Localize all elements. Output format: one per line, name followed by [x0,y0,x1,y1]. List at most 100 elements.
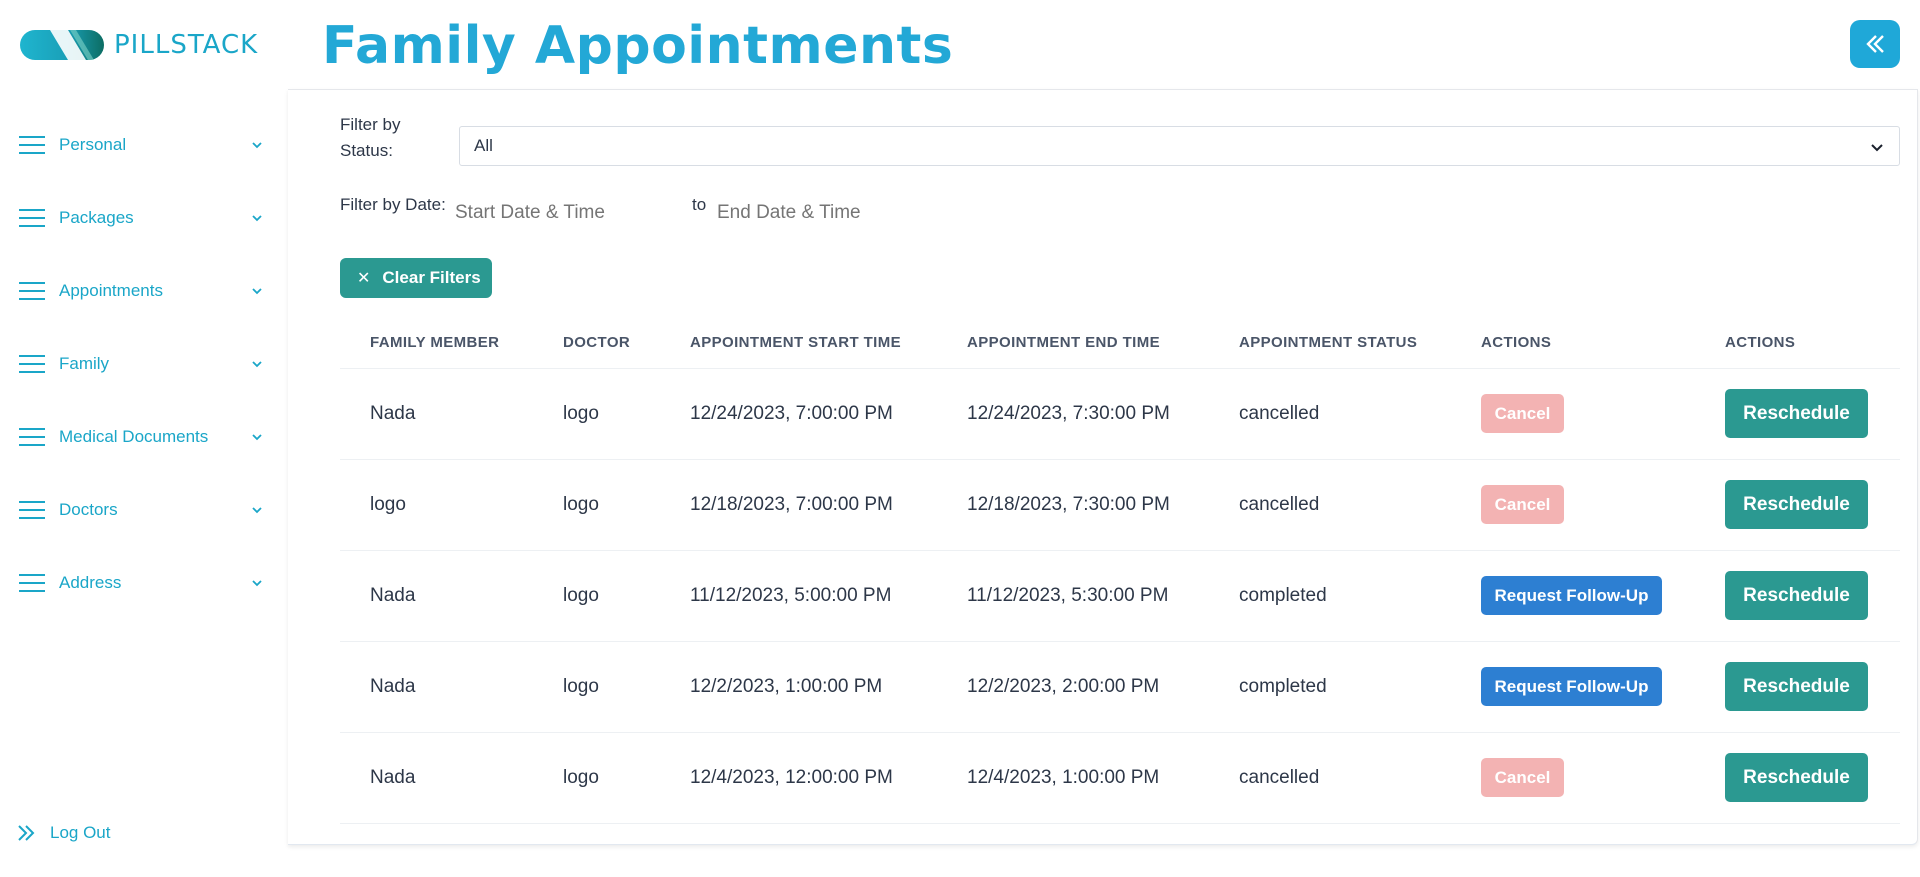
brand[interactable]: PILLSTACK [20,28,258,62]
reschedule-cell: Reschedule [1695,641,1900,733]
page-title: Family Appointments [322,16,954,76]
double-chevron-left-icon [1866,35,1884,53]
status-cell: completed [1209,550,1451,642]
table-row: Nada logo 12/4/2023, 12:00:00 PM 12/4/2023,… [340,732,1900,824]
sidebar-item-appointments[interactable]: Appointments [0,254,288,327]
family-member-cell: Nada [340,732,533,824]
reschedule-button[interactable]: Reschedule [1725,480,1868,529]
menu-icon [19,281,45,300]
sidebar-item-doctors[interactable]: Doctors [0,473,288,546]
doctor-cell: logo [533,641,660,733]
chevron-down-icon [252,287,262,294]
status-cell: cancelled [1209,368,1451,460]
action-cell: Cancel [1451,732,1695,824]
family-member-cell: logo [340,459,533,551]
sidebar-item-medical-documents[interactable]: Medical Documents [0,400,288,473]
reschedule-cell: Reschedule [1695,550,1900,642]
filter-status-label: Filter by Status: [340,115,401,160]
chevron-down-icon [252,579,262,586]
action-cell: Cancel [1451,459,1695,551]
start-time-cell: 12/24/2023, 7:00:00 PM [660,368,937,460]
reschedule-button[interactable]: Reschedule [1725,662,1868,711]
column-header: Family Member [340,318,533,369]
status-cell: cancelled [1209,459,1451,551]
menu-icon [19,135,45,154]
sidebar-item-label: Doctors [59,499,118,519]
reschedule-button[interactable]: Reschedule [1725,571,1868,620]
sidebar-item-address[interactable]: Address [0,546,288,619]
chevron-down-icon [252,214,262,221]
sidebar-item-label: Personal [59,134,127,154]
reschedule-button[interactable]: Reschedule [1725,753,1868,802]
date-range-to-label: to [692,195,707,214]
sidebar-item-packages[interactable]: Packages [0,181,288,254]
start-time-cell: 12/4/2023, 12:00:00 PM [660,732,937,824]
request-follow-up-button[interactable]: Request Follow-Up [1481,576,1662,615]
status-cell: cancelled [1209,732,1451,824]
menu-icon [19,500,45,519]
menu-icon [19,573,45,592]
pill-logo-icon [20,30,104,60]
doctor-cell: logo [533,368,660,460]
sidebar-item-label: Medical Documents [59,426,209,446]
action-cell: Cancel [1451,368,1695,460]
column-header: Actions [1451,318,1695,369]
status-cell: completed [1209,641,1451,733]
action-cell: Request Follow-Up [1451,550,1695,642]
end-time-cell: 11/12/2023, 5:30:00 PM [937,550,1209,642]
start-time-cell: 11/12/2023, 5:00:00 PM [660,550,937,642]
table-row: Nada logo 12/2/2023, 1:00:00 PM 12/2/2023, … [340,641,1900,733]
column-header: Appointment Start Time [660,318,937,369]
filter-date-label: Filter by Date: [340,195,446,214]
chevron-down-icon [1871,144,1883,152]
reschedule-button[interactable]: Reschedule [1725,389,1868,438]
reschedule-cell: Reschedule [1695,732,1900,824]
clear-filters-button[interactable]: ✕ Clear Filters [340,258,492,298]
column-header: Actions [1695,318,1900,369]
chevron-down-icon [252,360,262,367]
status-filter-select[interactable]: All [459,126,1900,166]
collapse-sidebar-button[interactable] [1850,20,1900,68]
double-chevron-right-icon [18,825,35,841]
column-header: Doctor [533,318,660,369]
appointments-panel: Filter by Status: All Filter by Date: to… [288,89,1918,845]
table-row: logo logo 12/18/2023, 7:00:00 PM 12/18/2023… [340,459,1900,551]
sidebar-item-label: Family [59,353,110,373]
family-member-cell: Nada [340,368,533,460]
start-date-input[interactable] [455,202,675,224]
cancel-button[interactable]: Cancel [1481,758,1564,797]
start-time-cell: 12/2/2023, 1:00:00 PM [660,641,937,733]
family-member-cell: Nada [340,641,533,733]
cancel-button[interactable]: Cancel [1481,394,1564,433]
cancel-button[interactable]: Cancel [1481,485,1564,524]
doctor-cell: logo [533,459,660,551]
reschedule-cell: Reschedule [1695,459,1900,551]
column-header: Appointment End Time [937,318,1209,369]
family-member-cell: Nada [340,550,533,642]
menu-icon [19,427,45,446]
sidebar-item-label: Address [59,572,122,592]
column-header: Appointment Status [1209,318,1451,369]
logout-label: Log Out [50,823,111,842]
sidebar-item-family[interactable]: Family [0,327,288,400]
end-date-input[interactable] [717,202,937,224]
end-time-cell: 12/4/2023, 1:00:00 PM [937,732,1209,824]
logout-button[interactable]: Log Out [16,823,111,843]
action-cell: Request Follow-Up [1451,641,1695,733]
brand-name: PILLSTACK [114,30,259,60]
end-time-cell: 12/24/2023, 7:30:00 PM [937,368,1209,460]
sidebar-item-personal[interactable]: Personal [0,108,288,181]
status-filter-value: All [474,136,493,155]
reschedule-cell: Reschedule [1695,368,1900,460]
menu-icon [19,354,45,373]
chevron-down-icon [252,141,262,148]
table-header-row: Family Member Doctor Appointment Start T… [340,318,1900,369]
doctor-cell: logo [533,732,660,824]
menu-icon [19,208,45,227]
chevron-down-icon [252,506,262,513]
doctor-cell: logo [533,550,660,642]
request-follow-up-button[interactable]: Request Follow-Up [1481,667,1662,706]
table-row: Nada logo 12/24/2023, 7:00:00 PM 12/24/2023… [340,368,1900,460]
sidebar-item-label: Packages [59,207,134,227]
end-time-cell: 12/18/2023, 7:30:00 PM [937,459,1209,551]
